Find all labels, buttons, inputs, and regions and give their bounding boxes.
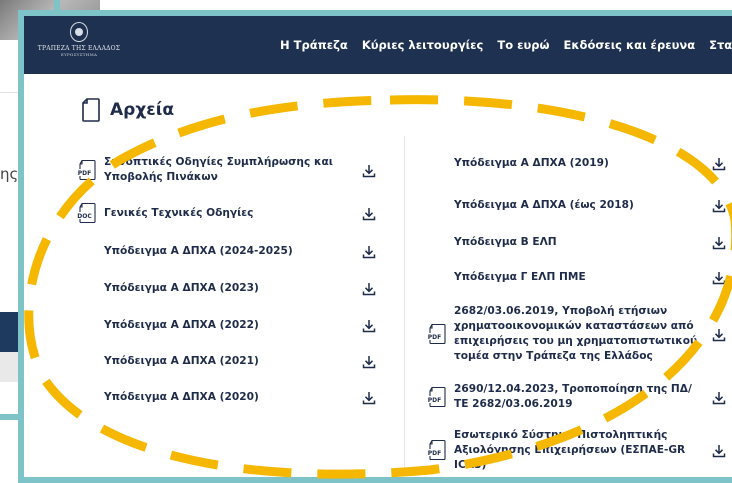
nav-item-bank[interactable]: Η Τράπεζα xyxy=(280,38,348,52)
download-icon[interactable] xyxy=(712,156,726,171)
svg-text:PDF: PDF xyxy=(428,334,441,341)
download-icon[interactable] xyxy=(712,390,726,405)
download-icon[interactable] xyxy=(712,327,726,342)
file-row[interactable]: DOC Γενικές Τεχνικές Οδηγίες xyxy=(76,202,376,224)
background-text-fragment: ης xyxy=(0,165,19,183)
section-header: Αρχεία xyxy=(82,98,174,122)
file-row[interactable]: Υπόδειγμα Α ΔΠΧΑ (2024-2025) xyxy=(76,242,376,260)
pdf-file-icon: PDF xyxy=(426,386,448,408)
top-navbar: ΤΡΑΠΕΖΑ ΤΗΣ ΕΛΛΑΔΟΣ ΕΥΡΩΣΥΣΤΗΜΑ Η Τράπεζ… xyxy=(24,16,732,74)
files-card: ΤΡΑΠΕΖΑ ΤΗΣ ΕΛΛΑΔΟΣ ΕΥΡΩΣΥΣΤΗΜΑ Η Τράπεζ… xyxy=(18,10,732,483)
file-link[interactable]: Υπόδειγμα Α ΔΠΧΑ (2019) xyxy=(454,156,702,171)
file-row[interactable]: Υπόδειγμα Α ΔΠΧΑ (2020) xyxy=(76,388,376,406)
file-row[interactable]: Υπόδειγμα Γ ΕΛΠ ΠΜΕ xyxy=(426,268,726,286)
file-row[interactable]: Υπόδειγμα Α ΔΠΧΑ (2019) xyxy=(426,154,726,172)
download-icon[interactable] xyxy=(362,318,376,333)
download-icon[interactable] xyxy=(712,443,726,458)
file-link[interactable]: Υπόδειγμα Α ΔΠΧΑ (2022) xyxy=(104,318,352,333)
nav-item-publications[interactable]: Εκδόσεις και έρευνα xyxy=(564,38,696,52)
download-icon[interactable] xyxy=(362,163,376,178)
file-row[interactable]: PDF Εσωτερικό Σύστημα Πιστοληπτικής Αξιολ… xyxy=(426,426,726,474)
logo-subtitle: ΕΥΡΩΣΥΣΤΗΜΑ xyxy=(60,52,98,57)
file-row[interactable]: PDF Συνοπτικές Οδηγίες Συμπλήρωσης και Υπ… xyxy=(76,154,376,186)
file-row[interactable]: Υπόδειγμα Α ΔΠΧΑ (2023) xyxy=(76,279,376,297)
file-row[interactable]: Υπόδειγμα Α ΔΠΧΑ (2022) xyxy=(76,316,376,334)
file-link[interactable]: Υπόδειγμα Γ ΕΛΠ ΠΜΕ xyxy=(454,270,702,285)
svg-text:PDF: PDF xyxy=(428,397,441,404)
file-row[interactable]: Υπόδειγμα Α ΔΠΧΑ (2021) xyxy=(76,352,376,370)
file-link[interactable]: Συνοπτικές Οδηγίες Συμπλήρωσης και Υποβο… xyxy=(104,155,352,185)
download-icon[interactable] xyxy=(362,390,376,405)
svg-text:PDF: PDF xyxy=(78,170,91,177)
download-icon[interactable] xyxy=(362,354,376,369)
seal-icon xyxy=(70,22,88,42)
nav-item-euro[interactable]: Το ευρώ xyxy=(497,38,549,52)
main-nav: Η Τράπεζα Κύριες λειτουργίες Το ευρώ Εκδ… xyxy=(280,16,732,74)
file-link[interactable]: Εσωτερικό Σύστημα Πιστοληπτικής Αξιολόγη… xyxy=(454,428,702,473)
file-link[interactable]: Υπόδειγμα Α ΔΠΧΑ (2021) xyxy=(104,354,352,369)
download-icon[interactable] xyxy=(712,270,726,285)
doc-file-icon: DOC xyxy=(76,202,98,224)
download-icon[interactable] xyxy=(712,198,726,213)
logo-title: ΤΡΑΠΕΖΑ ΤΗΣ ΕΛΛΑΔΟΣ xyxy=(37,45,121,52)
column-divider xyxy=(404,136,405,476)
file-link[interactable]: Υπόδειγμα Α ΔΠΧΑ (2024-2025) xyxy=(104,244,352,259)
file-link[interactable]: 2682/03.06.2019, Υποβολή ετήσιων χρηματο… xyxy=(454,304,702,364)
file-row[interactable]: Υπόδειγμα Α ΔΠΧΑ (έως 2018) xyxy=(426,196,726,214)
file-link[interactable]: Γενικές Τεχνικές Οδηγίες xyxy=(104,206,352,221)
svg-text:PDF: PDF xyxy=(428,450,441,457)
file-link[interactable]: Υπόδειγμα Α ΔΠΧΑ (έως 2018) xyxy=(454,198,702,213)
nav-item-main-functions[interactable]: Κύριες λειτουργίες xyxy=(362,38,484,52)
section-title: Αρχεία xyxy=(110,100,175,120)
file-link[interactable]: 2690/12.04.2023, Τροποποίηση της ΠΔ/ΤΕ 2… xyxy=(454,382,702,412)
file-row[interactable]: PDF 2682/03.06.2019, Υποβολή ετήσιων χρημ… xyxy=(426,303,726,365)
document-icon xyxy=(82,98,100,122)
download-icon[interactable] xyxy=(362,281,376,296)
pdf-file-icon: PDF xyxy=(76,159,98,181)
bank-logo[interactable]: ΤΡΑΠΕΖΑ ΤΗΣ ΕΛΛΑΔΟΣ ΕΥΡΩΣΥΣΤΗΜΑ xyxy=(34,22,124,68)
pdf-file-icon: PDF xyxy=(426,323,448,345)
file-row[interactable]: PDF 2690/12.04.2023, Τροποποίηση της ΠΔ/Τ… xyxy=(426,381,726,413)
download-icon[interactable] xyxy=(712,235,726,250)
file-link[interactable]: Υπόδειγμα Α ΔΠΧΑ (2023) xyxy=(104,281,352,296)
nav-item-statistics[interactable]: Στατιστικά σ xyxy=(709,38,732,52)
pdf-file-icon: PDF xyxy=(426,439,448,461)
file-link[interactable]: Υπόδειγμα Β ΕΛΠ xyxy=(454,235,702,250)
download-icon[interactable] xyxy=(362,244,376,259)
download-icon[interactable] xyxy=(362,206,376,221)
svg-text:DOC: DOC xyxy=(77,213,92,220)
file-row[interactable]: Υπόδειγμα Β ΕΛΠ xyxy=(426,233,726,251)
file-link[interactable]: Υπόδειγμα Α ΔΠΧΑ (2020) xyxy=(104,390,352,405)
